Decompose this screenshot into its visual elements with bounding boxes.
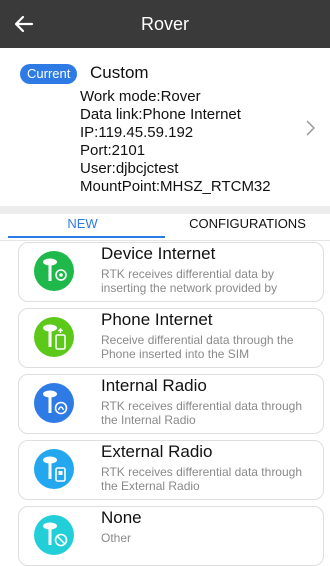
config-name: Custom <box>90 63 149 82</box>
port-text: Port:2101 <box>80 142 146 159</box>
chevron-right-icon[interactable] <box>302 118 318 138</box>
tab-new[interactable]: NEW <box>0 214 165 238</box>
tab-configurations[interactable]: CONFIGURATIONS <box>165 214 330 238</box>
option-description: Receive differential data through the Ph… <box>101 333 294 361</box>
phone-internet-icon <box>34 317 74 357</box>
mountpoint-text: MountPoint:MHSZ_RTCM32 <box>80 178 271 195</box>
top-bar: Rover <box>0 0 330 48</box>
option-description: RTK receives differential data through t… <box>101 465 303 493</box>
tab-bar: NEW CONFIGURATIONS <box>0 214 330 240</box>
option-none[interactable]: None Other <box>18 506 324 566</box>
data-link-text: Data link:Phone Internet <box>80 106 241 123</box>
option-phone-internet[interactable]: Phone Internet Receive differential data… <box>18 308 324 368</box>
section-divider <box>0 206 330 214</box>
internal-radio-icon <box>34 383 74 423</box>
work-mode-text: Work mode:Rover <box>80 88 201 105</box>
option-description: Other <box>101 531 132 545</box>
none-icon <box>34 515 74 555</box>
link-options-list: Device Internet RTK receives differentia… <box>0 240 330 566</box>
current-badge: Current <box>20 64 78 84</box>
option-device-internet[interactable]: Device Internet RTK receives differentia… <box>18 242 324 302</box>
ip-text: IP:119.45.59.192 <box>80 124 194 141</box>
user-text: User:djbcjctest <box>80 160 179 177</box>
option-title: None <box>101 508 142 527</box>
active-tab-indicator <box>8 236 165 238</box>
external-radio-icon <box>34 449 74 489</box>
option-title: Device Internet <box>101 244 216 263</box>
page-title: Rover <box>140 14 189 34</box>
option-description: RTK receives differential data through t… <box>101 399 303 427</box>
option-external-radio[interactable]: External Radio RTK receives differential… <box>18 440 324 500</box>
option-description: RTK receives differential data by insert… <box>101 267 278 295</box>
option-title: External Radio <box>101 442 213 461</box>
device-internet-icon <box>34 251 74 291</box>
option-title: Phone Internet <box>101 310 213 329</box>
option-title: Internal Radio <box>101 376 207 395</box>
option-internal-radio[interactable]: Internal Radio RTK receives differential… <box>18 374 324 434</box>
